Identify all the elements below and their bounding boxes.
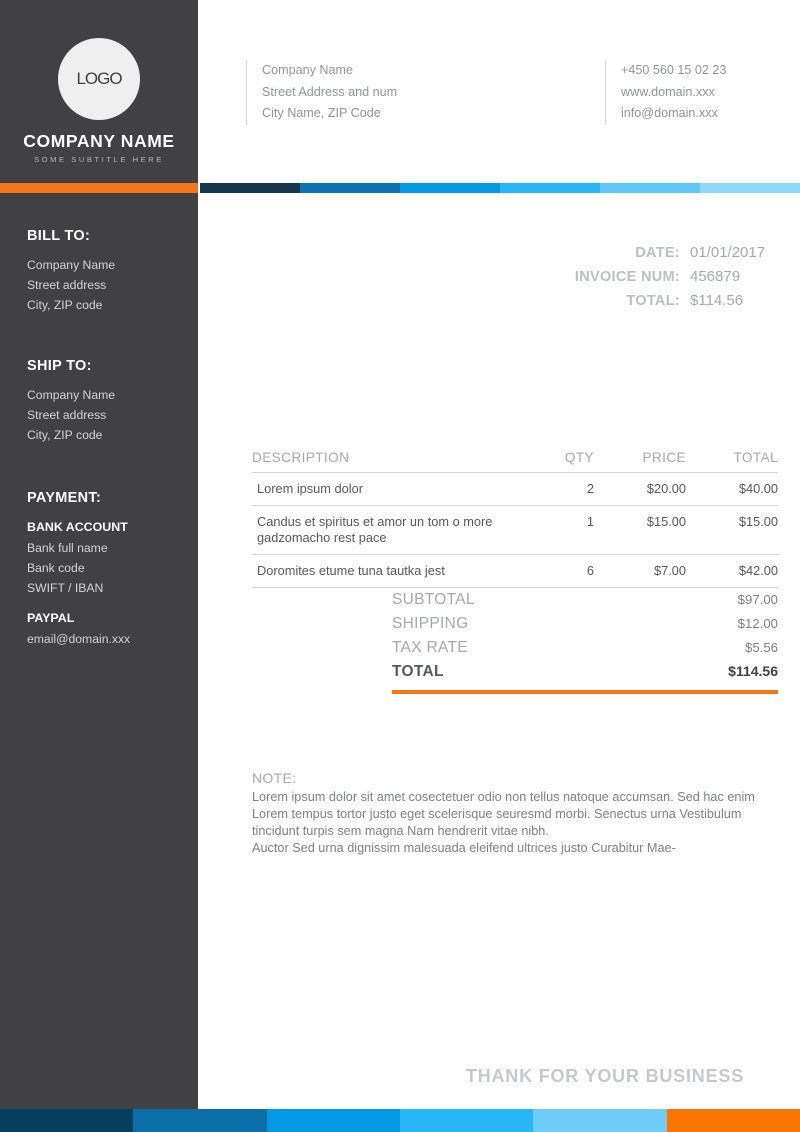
meta-row-invoice-num: INVOICE NUM: 456879 bbox=[575, 268, 778, 285]
bank-line-1: Bank full name bbox=[27, 541, 108, 555]
grand-total-value: $114.56 bbox=[728, 663, 778, 679]
note-paragraph-1: Lorem ipsum dolor sit amet cosectetuer o… bbox=[252, 790, 755, 838]
item-price: $15.00 bbox=[594, 505, 686, 555]
bottom-stripe-segment-3 bbox=[266, 1109, 400, 1132]
meta-row-total: TOTAL: $114.56 bbox=[575, 292, 778, 309]
date-label: DATE: bbox=[635, 245, 680, 261]
item-total: $40.00 bbox=[686, 472, 778, 506]
ship-to-line-1: Company Name bbox=[27, 388, 116, 402]
sidebar: LOGO COMPANY NAME SOME SUBTITLE HERE BIL… bbox=[0, 0, 198, 1110]
note-paragraph-2: Auctor Sed urna dignissim malesuada elei… bbox=[252, 841, 676, 855]
header-website[interactable]: www.domain.xxx bbox=[621, 82, 726, 104]
top-stripe-segment-6 bbox=[700, 183, 800, 193]
shipping-value: $12.00 bbox=[737, 616, 778, 631]
item-price: $20.00 bbox=[594, 472, 686, 506]
header-address-block: Company Name Street Address and num City… bbox=[246, 60, 397, 125]
header-address-line-2: Street Address and num bbox=[262, 84, 398, 99]
note-block: NOTE: Lorem ipsum dolor sit amet cosecte… bbox=[252, 770, 762, 857]
tax-rate-value: $5.56 bbox=[744, 640, 778, 655]
grand-total-label: TOTAL bbox=[392, 663, 444, 680]
top-stripe-bar bbox=[200, 183, 800, 193]
invoice-meta-block: DATE: 01/01/2017 INVOICE NUM: 456879 TOT… bbox=[575, 244, 778, 316]
paypal-title: PAYPAL bbox=[27, 611, 75, 625]
note-body: Lorem ipsum dolor sit amet cosectetuer o… bbox=[252, 789, 762, 857]
ship-to-heading: SHIP TO: bbox=[27, 358, 92, 374]
bank-account-title: BANK ACCOUNT bbox=[27, 520, 128, 534]
totals-row-subtotal: SUBTOTAL $97.00 bbox=[392, 588, 778, 612]
column-header-qty: QTY bbox=[532, 450, 594, 473]
item-qty: 6 bbox=[532, 554, 594, 588]
totals-row-grand-total: TOTAL $114.56 bbox=[392, 660, 778, 684]
meta-total-label: TOTAL: bbox=[626, 293, 680, 309]
bill-to-block: BILL TO: Company Name Street address Cit… bbox=[27, 228, 197, 315]
header-address-line-1: Company Name bbox=[262, 63, 353, 77]
thank-you-message: THANK FOR YOUR BUSINESS bbox=[465, 1066, 744, 1086]
bill-to-heading: BILL TO: bbox=[27, 228, 91, 244]
company-name: COMPANY NAME bbox=[23, 131, 175, 151]
item-description: Candus et spiritus et amor un tom o more… bbox=[252, 505, 532, 555]
logo-icon: LOGO bbox=[58, 38, 140, 120]
totals-row-tax-rate: TAX RATE $5.56 bbox=[392, 636, 778, 660]
table-row: Candus et spiritus et amor un tom o more… bbox=[252, 505, 778, 555]
ship-to-line-3: City, ZIP code bbox=[27, 428, 103, 442]
header-email[interactable]: info@domain.xxx bbox=[621, 103, 726, 125]
bottom-stripe-segment-2 bbox=[133, 1109, 267, 1132]
top-stripe-segment-4 bbox=[500, 183, 600, 193]
shipping-label: SHIPPING bbox=[392, 615, 469, 632]
company-subtitle: SOME SUBTITLE HERE bbox=[34, 155, 164, 164]
payment-heading: PAYMENT: bbox=[27, 490, 102, 506]
header-phone: +450 560 15 02 23 bbox=[621, 63, 727, 77]
bottom-stripe-segment-4 bbox=[399, 1109, 534, 1132]
logo-block: LOGO COMPANY NAME SOME SUBTITLE HERE bbox=[0, 38, 198, 164]
item-price: $7.00 bbox=[594, 554, 686, 588]
bank-line-2: Bank code bbox=[27, 561, 85, 575]
invoice-page: LOGO COMPANY NAME SOME SUBTITLE HERE BIL… bbox=[0, 0, 800, 1132]
top-stripe-segment-2 bbox=[300, 183, 400, 193]
top-stripe-segment-3 bbox=[400, 183, 500, 193]
header-address-line-3: City Name, ZIP Code bbox=[262, 106, 381, 120]
column-header-total: TOTAL bbox=[686, 450, 778, 473]
note-title: NOTE: bbox=[252, 770, 297, 786]
top-stripe-segment-5 bbox=[600, 183, 700, 193]
items-table: DESCRIPTION QTY PRICE TOTAL Lorem ipsum … bbox=[252, 450, 778, 588]
totals-row-shipping: SHIPPING $12.00 bbox=[392, 612, 778, 636]
subtotal-label: SUBTOTAL bbox=[392, 591, 475, 608]
invoice-num-value: 456879 bbox=[690, 268, 741, 285]
table-row: Doromites etume tuna tautka jest 6 $7.00… bbox=[252, 554, 778, 588]
totals-accent-rule bbox=[392, 690, 778, 694]
item-total: $42.00 bbox=[686, 554, 778, 588]
meta-row-date: DATE: 01/01/2017 bbox=[575, 244, 778, 261]
paypal-email[interactable]: email@domain.xxx bbox=[27, 629, 197, 649]
tax-rate-label: TAX RATE bbox=[392, 639, 468, 656]
bottom-stripe-bar bbox=[0, 1109, 800, 1132]
ship-to-block: SHIP TO: Company Name Street address Cit… bbox=[27, 358, 197, 445]
table-header-row: DESCRIPTION QTY PRICE TOTAL bbox=[252, 450, 778, 473]
meta-total-value: $114.56 bbox=[690, 292, 744, 309]
item-qty: 2 bbox=[532, 472, 594, 506]
bill-to-line-3: City, ZIP code bbox=[27, 298, 103, 312]
date-value: 01/01/2017 bbox=[690, 244, 766, 261]
invoice-num-label: INVOICE NUM: bbox=[574, 269, 680, 285]
item-total: $15.00 bbox=[686, 505, 778, 555]
item-description: Doromites etume tuna tautka jest bbox=[252, 554, 532, 588]
bottom-stripe-segment-5 bbox=[533, 1109, 667, 1132]
table-row: Lorem ipsum dolor 2 $20.00 $40.00 bbox=[252, 472, 778, 506]
bank-line-3: SWIFT / IBAN bbox=[27, 581, 104, 595]
sidebar-accent-bar bbox=[0, 183, 198, 193]
payment-block: PAYMENT: BANK ACCOUNT Bank full name Ban… bbox=[27, 490, 197, 649]
bottom-stripe-segment-1 bbox=[0, 1109, 134, 1132]
column-header-description: DESCRIPTION bbox=[252, 450, 532, 473]
totals-block: SUBTOTAL $97.00 SHIPPING $12.00 TAX RATE… bbox=[392, 588, 778, 694]
header-contact-block: +450 560 15 02 23 www.domain.xxx info@do… bbox=[605, 60, 726, 125]
column-header-price: PRICE bbox=[594, 450, 686, 473]
top-stripe-segment-1 bbox=[200, 183, 300, 193]
item-description: Lorem ipsum dolor bbox=[252, 472, 532, 506]
logo-text: LOGO bbox=[76, 69, 122, 88]
item-qty: 1 bbox=[532, 505, 594, 555]
ship-to-line-2: Street address bbox=[27, 408, 107, 422]
subtotal-value: $97.00 bbox=[737, 592, 778, 607]
bill-to-line-2: Street address bbox=[27, 278, 107, 292]
bottom-stripe-segment-6 bbox=[666, 1109, 800, 1132]
bill-to-line-1: Company Name bbox=[27, 258, 116, 272]
